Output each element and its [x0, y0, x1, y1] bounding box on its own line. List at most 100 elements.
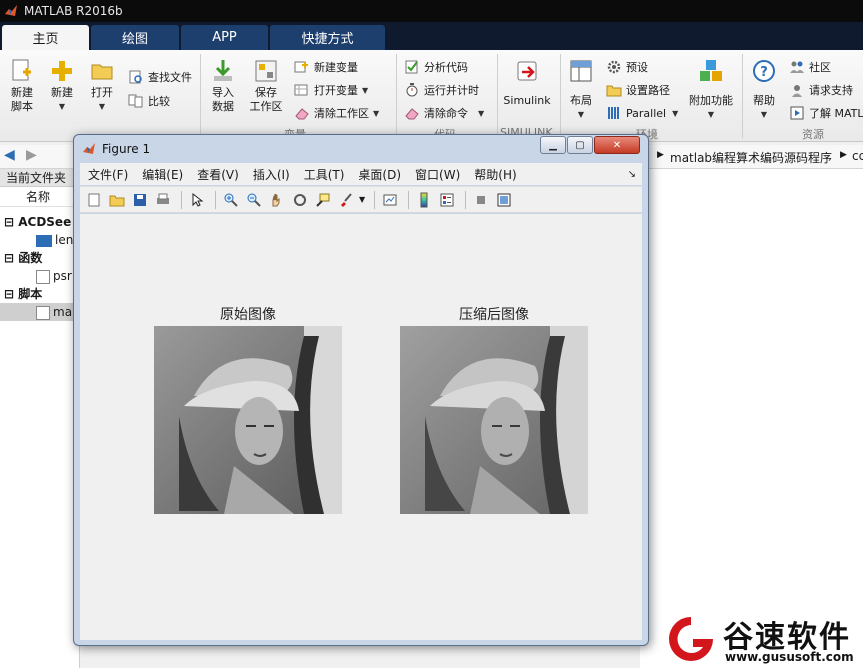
menu-insert[interactable]: 插入(I): [253, 166, 290, 183]
find-files-button[interactable]: 查找文件: [128, 68, 192, 86]
compare-button[interactable]: 比较: [128, 92, 170, 110]
layout-button[interactable]: 布局 ▼: [566, 58, 596, 122]
find-files-icon: [129, 70, 142, 84]
save-workspace-button[interactable]: 保存 工作区: [246, 58, 286, 114]
open-variable-icon: [294, 84, 308, 96]
compare-icon: [128, 94, 143, 108]
clear-commands-button[interactable]: 清除命令 ▼: [404, 104, 484, 122]
axes-title-compressed: 压缩后图像: [459, 307, 529, 323]
new-script-icon: [12, 59, 31, 81]
back-arrow-icon[interactable]: ◀: [4, 147, 15, 163]
compressed-image-graphic: [400, 326, 588, 514]
new-variable-icon: [294, 61, 308, 73]
legend-icon[interactable]: [437, 190, 457, 210]
name-column-header[interactable]: 名称: [0, 187, 79, 207]
pan-hand-icon[interactable]: [267, 190, 287, 210]
figure-canvas[interactable]: 原始图像 压缩后图像: [80, 214, 642, 640]
chevron-down-icon[interactable]: ▼: [359, 195, 365, 204]
new-script-button[interactable]: 新建 脚本: [6, 58, 38, 114]
open-button[interactable]: 打开 ▼: [86, 58, 118, 114]
file-item[interactable]: psr: [36, 267, 72, 285]
new-variable-button[interactable]: 新建变量: [294, 58, 358, 76]
rotate-3d-icon[interactable]: [290, 190, 310, 210]
chevron-down-icon: ▼: [707, 110, 715, 119]
menu-view[interactable]: 查看(V): [197, 166, 239, 183]
community-button[interactable]: 社区: [789, 58, 831, 76]
function-file-icon: [36, 269, 50, 284]
help-button[interactable]: ? 帮助 ▼: [749, 58, 779, 122]
parallel-button[interactable]: Parallel ▼: [606, 104, 678, 122]
open-file-icon[interactable]: [107, 190, 127, 210]
menu-tools[interactable]: 工具(T): [304, 166, 345, 183]
new-figure-icon[interactable]: [84, 190, 104, 210]
show-plot-tools-icon[interactable]: [494, 190, 514, 210]
print-icon[interactable]: [153, 190, 173, 210]
learn-icon: [790, 106, 804, 120]
watermark-logo-icon: [669, 617, 713, 661]
menu-window[interactable]: 窗口(W): [415, 166, 460, 183]
svg-text:?: ?: [760, 65, 768, 80]
menu-desktop[interactable]: 桌面(D): [358, 166, 401, 183]
import-data-button[interactable]: 导入 数据: [206, 58, 240, 114]
menu-help[interactable]: 帮助(H): [474, 166, 516, 183]
tab-home[interactable]: 主页: [2, 25, 89, 50]
figure-window[interactable]: Figure 1 ▁ ▢ ✕ 文件(F) 编辑(E) 查看(V) 插入(I) 工…: [73, 134, 649, 646]
editor-area[interactable]: [640, 169, 863, 668]
minimize-button[interactable]: ▁: [540, 136, 566, 154]
analyze-code-button[interactable]: 分析代码: [404, 58, 468, 76]
find-files-label: 查找文件: [148, 71, 192, 84]
folder-group-acdsee[interactable]: ⊟ ACDSee: [4, 213, 71, 231]
clear-workspace-button[interactable]: 清除工作区 ▼: [294, 104, 379, 122]
file-item-selected[interactable]: ma: [0, 303, 80, 321]
plus-icon: [52, 61, 72, 81]
group-label: 脚本: [18, 287, 43, 301]
menu-edit[interactable]: 编辑(E): [142, 166, 183, 183]
maximize-button[interactable]: ▢: [567, 136, 593, 154]
tab-plots[interactable]: 绘图: [91, 25, 179, 50]
ribbon-separator: [560, 54, 561, 138]
simulink-label: Simulink: [503, 94, 551, 107]
new-label: 新建: [51, 86, 73, 99]
run-and-time-button[interactable]: 运行并计时: [404, 81, 479, 99]
hide-plot-tools-icon[interactable]: [471, 190, 491, 210]
zoom-out-icon[interactable]: [244, 190, 264, 210]
learn-matlab-button[interactable]: 了解 MATL: [789, 104, 863, 122]
folder-group-functions[interactable]: ⊟ 函数: [4, 249, 42, 267]
open-variable-button[interactable]: 打开变量 ▼: [294, 81, 368, 99]
zoom-in-icon[interactable]: [221, 190, 241, 210]
folder-icon: [91, 64, 113, 80]
simulink-button[interactable]: Simulink: [503, 58, 551, 108]
save-figure-icon[interactable]: [130, 190, 150, 210]
save-workspace-label: 保存 工作区: [249, 86, 283, 113]
tab-shortcuts[interactable]: 快捷方式: [270, 25, 385, 50]
path-segment[interactable]: matlab编程算术编码源码程序: [670, 149, 832, 166]
ribbon-separator: [396, 54, 397, 138]
forward-arrow-icon[interactable]: ▶: [26, 147, 37, 163]
close-button[interactable]: ✕: [594, 136, 640, 154]
edit-plot-arrow-icon[interactable]: [187, 190, 207, 210]
menu-file[interactable]: 文件(F): [88, 166, 128, 183]
minimize-icon: ▁: [549, 139, 557, 151]
link-plot-icon[interactable]: [380, 190, 400, 210]
group-label: ACDSee: [18, 215, 72, 229]
chevron-down-icon: ▼: [760, 110, 768, 119]
path-segment-tail[interactable]: cc: [852, 149, 863, 163]
save-workspace-icon: [255, 60, 277, 82]
file-item[interactable]: len: [36, 231, 73, 249]
new-variable-label: 新建变量: [314, 61, 358, 74]
learn-matlab-label: 了解 MATL: [809, 107, 863, 120]
request-support-button[interactable]: 请求支持: [789, 81, 853, 99]
set-path-button[interactable]: 设置路径: [606, 81, 670, 99]
folder-group-scripts[interactable]: ⊟ 脚本: [4, 285, 42, 303]
data-cursor-icon[interactable]: [313, 190, 333, 210]
script-file-icon: [36, 305, 50, 320]
brush-icon[interactable]: [336, 190, 356, 210]
original-image-graphic: [154, 326, 342, 514]
preferences-button[interactable]: 预设: [606, 58, 648, 76]
dock-arrow-icon[interactable]: ↘: [628, 169, 636, 180]
colorbar-icon[interactable]: [414, 190, 434, 210]
new-button[interactable]: 新建 ▼: [46, 58, 78, 114]
add-ons-button[interactable]: 附加功能 ▼: [688, 58, 734, 122]
file-name: len: [55, 233, 74, 247]
tab-apps[interactable]: APP: [181, 25, 268, 50]
